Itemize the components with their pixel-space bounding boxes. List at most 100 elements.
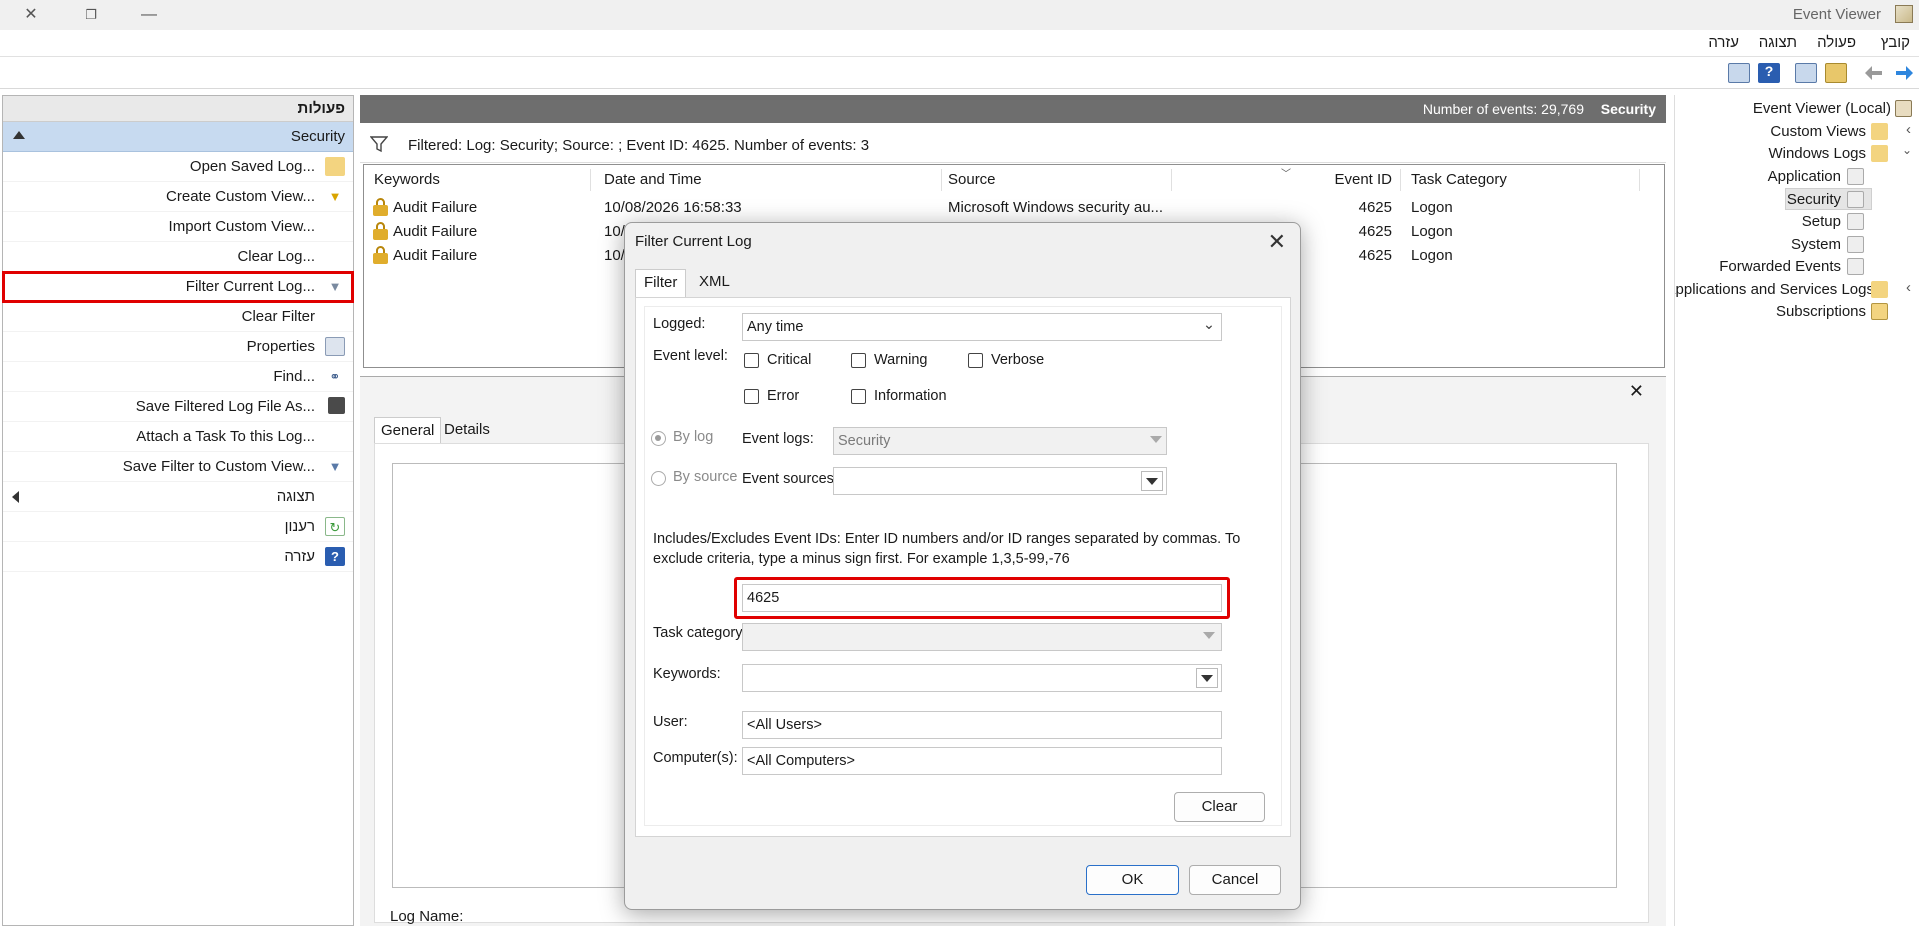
action-create-custom-view[interactable]: ▼ Create Custom View... <box>3 182 353 212</box>
menu-help[interactable]: עזרה <box>1708 34 1739 51</box>
back-arrow-icon[interactable] <box>1863 63 1885 83</box>
column-divider[interactable] <box>1400 169 1401 191</box>
cell-date: 10/ <box>604 223 625 240</box>
information-checkbox[interactable] <box>851 389 866 404</box>
menu-view[interactable]: תצוגה <box>1759 34 1797 51</box>
by-log-radio[interactable] <box>651 431 666 446</box>
tree-item-system[interactable]: System <box>1791 236 1841 253</box>
action-clear-filter[interactable]: Clear Filter <box>3 302 353 332</box>
cancel-button[interactable]: Cancel <box>1189 865 1281 895</box>
tree-item-custom-views[interactable]: Custom Views <box>1770 123 1866 140</box>
column-divider[interactable] <box>590 169 591 191</box>
close-icon[interactable]: ✕ <box>16 3 46 27</box>
column-keywords[interactable]: Keywords <box>374 171 440 188</box>
dropdown-button[interactable] <box>1141 471 1163 491</box>
column-date-time[interactable]: Date and Time <box>604 171 702 188</box>
column-event-id[interactable]: Event ID <box>1334 171 1392 188</box>
event-sources-select[interactable] <box>833 467 1167 495</box>
tab-filter[interactable]: Filter <box>635 269 687 297</box>
action-clear-log[interactable]: Clear Log... <box>3 242 353 272</box>
keywords-select[interactable] <box>742 664 1222 692</box>
action-import-custom-view[interactable]: Import Custom View... <box>3 212 353 242</box>
task-category-label: Task category: <box>653 625 747 641</box>
logged-value: Any time <box>747 319 804 335</box>
error-checkbox[interactable] <box>744 389 759 404</box>
logged-label: Logged: <box>653 316 706 332</box>
action-label: Open Saved Log... <box>189 158 315 175</box>
tree-item-windows-logs[interactable]: Windows Logs <box>1768 145 1866 162</box>
column-divider[interactable] <box>1171 169 1172 191</box>
section-title: Security <box>290 128 345 145</box>
tab-general[interactable]: General <box>374 417 442 443</box>
chevron-left-icon[interactable]: ‹ <box>1906 279 1911 296</box>
by-source-radio[interactable] <box>651 471 666 486</box>
actions-section-security[interactable]: Security <box>3 122 353 152</box>
column-divider[interactable] <box>1639 169 1640 191</box>
column-source[interactable]: Source <box>948 171 996 188</box>
cell-category: Logon <box>1411 199 1453 216</box>
collapse-icon[interactable] <box>13 131 25 139</box>
event-logs-select[interactable]: Security <box>833 427 1167 455</box>
ok-button[interactable]: OK <box>1086 865 1179 895</box>
dropdown-arrow-icon <box>1150 436 1162 443</box>
minimize-icon[interactable]: — <box>134 3 164 27</box>
chevron-down-icon[interactable]: ⌄ <box>1902 143 1912 157</box>
action-save-filter-custom-view[interactable]: ▼ Save Filter to Custom View... <box>3 452 353 482</box>
action-refresh[interactable]: ↻ רענון <box>3 512 353 542</box>
column-divider[interactable] <box>941 169 942 191</box>
cell-source: Microsoft Windows security au... <box>948 199 1164 216</box>
action-help[interactable]: ? עזרה <box>3 542 353 572</box>
logged-select[interactable]: Any time ⌄ <box>742 313 1222 341</box>
includes-help-line-1: Includes/Excludes Event IDs: Enter ID nu… <box>653 531 1241 547</box>
action-find[interactable]: ⚭ Find... <box>3 362 353 392</box>
tree-item-application[interactable]: Application <box>1768 168 1841 185</box>
clear-button[interactable]: Clear <box>1174 792 1265 822</box>
user-label: User: <box>653 714 688 730</box>
show-pane-icon[interactable] <box>1795 63 1817 83</box>
action-open-saved-log[interactable]: Open Saved Log... <box>3 152 353 182</box>
tree-item-security[interactable]: Security <box>1787 191 1841 208</box>
expand-icon[interactable] <box>12 491 19 503</box>
log-icon <box>1847 213 1864 230</box>
tab-xml[interactable]: XML <box>691 269 738 297</box>
warning-checkbox[interactable] <box>851 353 866 368</box>
dropdown-button[interactable] <box>1196 668 1218 688</box>
tree-item-forwarded-events[interactable]: Forwarded Events <box>1719 258 1841 275</box>
tab-details[interactable]: Details <box>438 417 496 443</box>
close-icon[interactable]: ✕ <box>1629 381 1644 402</box>
critical-checkbox[interactable] <box>744 353 759 368</box>
restore-icon[interactable]: ❐ <box>76 3 106 27</box>
menu-file[interactable]: קובץ <box>1881 34 1910 51</box>
action-filter-current-log[interactable]: ▼ Filter Current Log... <box>2 271 354 303</box>
includes-help-line-2: exclude criteria, type a minus sign firs… <box>653 551 1070 567</box>
filter-save-icon: ▼ <box>328 459 342 474</box>
tree-item-setup[interactable]: Setup <box>1802 213 1841 230</box>
computers-input[interactable]: <All Computers> <box>742 747 1222 775</box>
tree-pane-icon[interactable] <box>1728 63 1750 83</box>
action-save-filtered-log[interactable]: Save Filtered Log File As... <box>3 392 353 422</box>
filter-summary: Filtered: Log: Security; Source: ; Event… <box>408 137 870 154</box>
event-id-input[interactable]: 4625 <box>742 584 1222 612</box>
task-category-select[interactable] <box>742 623 1222 651</box>
tree-item-apps-services-logs[interactable]: Applications and Services Logs <box>1675 281 1874 298</box>
action-view-group[interactable]: תצוגה <box>3 482 353 512</box>
forward-arrow-icon[interactable] <box>1893 63 1915 83</box>
event-logs-label: Event logs: <box>742 431 814 447</box>
action-attach-task[interactable]: Attach a Task To this Log... <box>3 422 353 452</box>
tree-item-event-viewer-local[interactable]: Event Viewer (Local) <box>1753 100 1891 117</box>
tree-item-subscriptions[interactable]: Subscriptions <box>1776 303 1866 320</box>
help-icon[interactable]: ? <box>1758 63 1780 83</box>
folder-icon <box>1871 281 1888 298</box>
title-bar: ✕ ❐ — Event Viewer <box>0 0 1919 30</box>
verbose-checkbox[interactable] <box>968 353 983 368</box>
filter-bar: Filtered: Log: Security; Source: ; Event… <box>360 127 1666 163</box>
chevron-left-icon[interactable]: ‹ <box>1906 121 1911 138</box>
cell-event-id: 4625 <box>1358 199 1392 216</box>
table-row[interactable]: Audit Failure 10/08/2026 16:58:33 Micros… <box>364 196 1664 220</box>
close-icon[interactable]: ✕ <box>1268 229 1286 255</box>
user-input[interactable]: <All Users> <box>742 711 1222 739</box>
export-icon[interactable] <box>1825 63 1847 83</box>
menu-action[interactable]: פעולה <box>1817 34 1856 51</box>
action-properties[interactable]: Properties <box>3 332 353 362</box>
column-task-category[interactable]: Task Category <box>1411 171 1507 188</box>
